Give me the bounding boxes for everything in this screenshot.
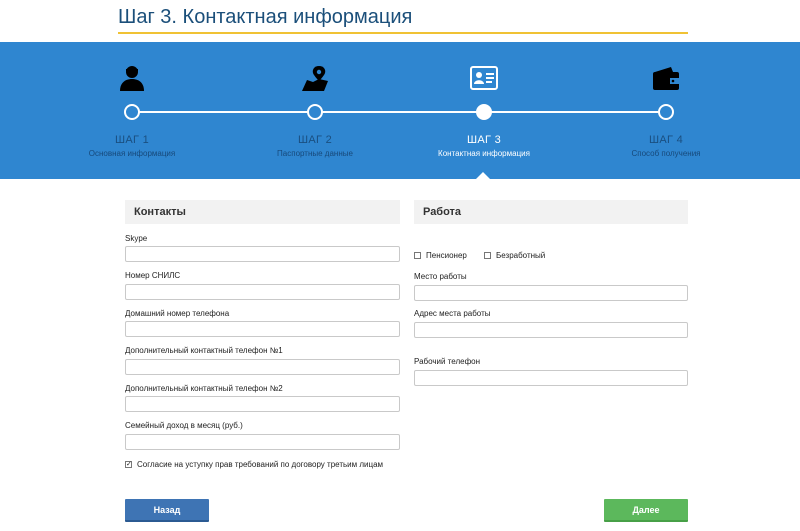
step-subtitle: Контактная информация [438,149,530,158]
home-phone-input[interactable] [125,321,400,337]
home-phone-label: Домашний номер телефона [125,309,230,318]
skype-label: Skype [125,234,148,243]
person-icon [120,66,144,91]
step-name: ШАГ 2 [297,134,333,146]
checkbox-icon[interactable] [484,252,491,259]
title-underline [118,32,688,34]
step-dot [476,104,492,120]
pensioner-label: Пенсионер [426,251,467,260]
unemployed-label: Безработный [496,251,546,260]
extra-phone-2-label: Дополнительный контактный телефон №2 [125,384,283,393]
wallet-icon [653,67,679,90]
step-subtitle: Паспортные данные [277,149,353,158]
pensioner-checkbox[interactable]: Пенсионер [414,251,467,260]
consent-checkbox[interactable]: ✓ Согласие на уступку прав требований по… [125,460,383,469]
workplace-input[interactable] [414,285,688,301]
map-pin-icon [302,66,328,91]
snils-input[interactable] [125,284,400,300]
extra-phone-2-input[interactable] [125,396,400,412]
progress-stepper: ШАГ 1 Основная информация ШАГ 2 Паспортн… [0,42,800,179]
next-button[interactable]: Далее [604,499,688,522]
active-step-pointer [476,172,490,179]
workplace-label: Место работы [414,272,467,281]
step-dot [658,104,674,120]
checkbox-icon[interactable] [414,252,421,259]
contacts-header: Контакты [125,200,400,224]
page-title: Шаг 3. Контактная информация [118,6,413,28]
step-dot [307,104,323,120]
step-subtitle: Способ получения [631,149,701,158]
family-income-label: Семейный доход в месяц (руб.) [125,421,243,430]
work-address-input[interactable] [414,322,688,338]
step-dot [124,104,140,120]
snils-label: Номер СНИЛС [125,271,181,280]
consent-label: Согласие на уступку прав требований по д… [137,460,384,469]
work-phone-label: Рабочий телефон [414,357,481,366]
work-phone-input[interactable] [414,370,688,386]
work-header: Работа [414,200,688,224]
extra-phone-1-label: Дополнительный контактный телефон №1 [125,346,283,355]
step-name: ШАГ 3 [466,134,502,146]
extra-phone-1-input[interactable] [125,359,400,375]
step-subtitle: Основная информация [88,149,176,158]
checkbox-checked-icon[interactable]: ✓ [125,461,132,468]
unemployed-checkbox[interactable]: Безработный [484,251,545,260]
skype-input[interactable] [125,246,400,262]
stepper-line [132,111,666,113]
step-name: ШАГ 1 [114,134,150,146]
back-button[interactable]: Назад [125,499,209,522]
family-income-input[interactable] [125,434,400,450]
work-address-label: Адрес места работы [414,309,491,318]
step-name: ШАГ 4 [648,134,684,146]
id-card-icon [470,66,498,90]
